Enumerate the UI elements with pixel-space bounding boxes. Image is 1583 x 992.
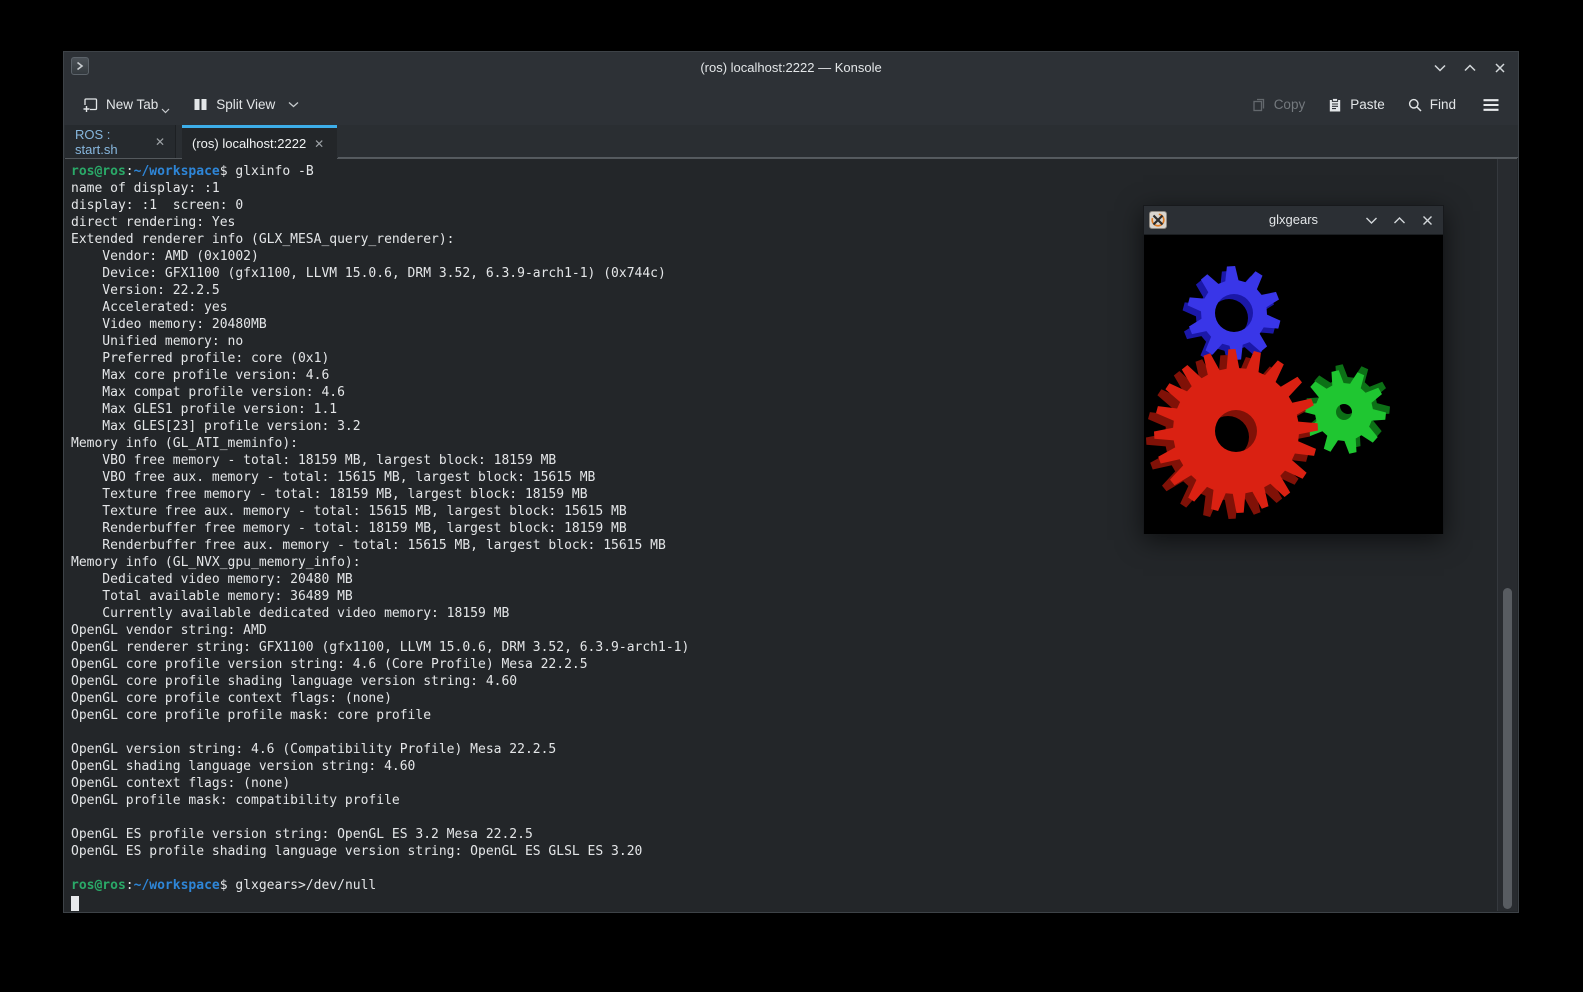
terminal-line: Currently available dedicated video memo… xyxy=(71,605,1493,622)
terminal-line xyxy=(71,724,1493,741)
terminal-line: OpenGL version string: 4.6 (Compatibilit… xyxy=(71,741,1493,758)
minimize-button[interactable] xyxy=(1363,212,1379,228)
find-label: Find xyxy=(1430,97,1456,112)
find-button[interactable]: Find xyxy=(1401,91,1462,119)
blue-gear xyxy=(1188,266,1281,360)
gears-canvas xyxy=(1144,235,1443,534)
hamburger-menu-icon xyxy=(1482,98,1500,112)
split-view-label: Split View xyxy=(216,97,275,112)
paste-icon xyxy=(1327,97,1343,113)
terminal-line: Total available memory: 36489 MB xyxy=(71,588,1493,605)
scrollbar-thumb[interactable] xyxy=(1503,588,1512,909)
terminal-line: OpenGL profile mask: compatibility profi… xyxy=(71,792,1493,809)
terminal-line: OpenGL ES profile version string: OpenGL… xyxy=(71,826,1493,843)
tab-close-icon[interactable]: ✕ xyxy=(155,136,165,148)
terminal-line: OpenGL core profile version string: 4.6 … xyxy=(71,656,1493,673)
new-tab-label: New Tab xyxy=(106,97,158,112)
new-tab-button[interactable]: New Tab xyxy=(76,90,176,120)
maximize-button[interactable] xyxy=(1462,60,1478,76)
search-icon xyxy=(1407,97,1423,113)
titlebar[interactable]: (ros) localhost:2222 — Konsole xyxy=(64,52,1518,84)
terminal-line: OpenGL renderer string: GFX1100 (gfx1100… xyxy=(71,639,1493,656)
tab-ros-localhost-2222[interactable]: (ros) localhost:2222 ✕ xyxy=(182,125,337,159)
copy-label: Copy xyxy=(1274,97,1306,112)
paste-button[interactable]: Paste xyxy=(1321,91,1391,119)
terminal-line: ros@ros:~/workspace$ glxgears>/dev/null xyxy=(71,877,1493,894)
terminal-line: Renderbuffer free aux. memory - total: 1… xyxy=(71,537,1493,554)
terminal-line xyxy=(71,860,1493,877)
terminal-line xyxy=(71,809,1493,826)
window-title: (ros) localhost:2222 — Konsole xyxy=(64,52,1518,84)
glxgears-titlebar[interactable]: glxgears xyxy=(1144,206,1443,235)
tab-bar: ROS : start.sh ✕ (ros) localhost:2222 ✕ xyxy=(64,125,1518,158)
terminal-line xyxy=(71,894,1493,911)
split-view-icon xyxy=(192,96,209,113)
terminal-line: ros@ros:~/workspace$ glxinfo -B xyxy=(71,163,1493,180)
scrollbar-track[interactable] xyxy=(1497,159,1517,911)
close-button[interactable] xyxy=(1419,212,1435,228)
maximize-button[interactable] xyxy=(1391,212,1407,228)
terminal-line: Dedicated video memory: 20480 MB xyxy=(71,571,1493,588)
terminal-line: OpenGL core profile context flags: (none… xyxy=(71,690,1493,707)
paste-label: Paste xyxy=(1350,97,1385,112)
tab-label: (ros) localhost:2222 xyxy=(192,136,306,151)
toolbar-right-group: Copy Paste Find xyxy=(1245,91,1506,119)
terminal-line: Memory info (GL_NVX_gpu_memory_info): xyxy=(71,554,1493,571)
terminal-line: name of display: :1 xyxy=(71,180,1493,197)
split-view-button[interactable]: Split View xyxy=(186,90,305,119)
tab-close-icon[interactable]: ✕ xyxy=(314,138,324,150)
terminal-cursor xyxy=(71,896,79,911)
copy-button[interactable]: Copy xyxy=(1245,91,1312,119)
glxgears-window: glxgears xyxy=(1143,205,1444,534)
glxgears-window-controls xyxy=(1363,206,1435,234)
chevron-down-icon xyxy=(288,101,299,108)
toolbar-left-group: New Tab Split View xyxy=(76,90,305,120)
tab-label: ROS : start.sh xyxy=(75,127,147,157)
tab-ros-start-sh[interactable]: ROS : start.sh ✕ xyxy=(65,125,176,158)
copy-icon xyxy=(1251,97,1267,113)
terminal-line: OpenGL core profile profile mask: core p… xyxy=(71,707,1493,724)
desktop: (ros) localhost:2222 — Konsole xyxy=(0,0,1583,992)
terminal-line: OpenGL core profile shading language ver… xyxy=(71,673,1493,690)
terminal-line: OpenGL vendor string: AMD xyxy=(71,622,1493,639)
window-controls xyxy=(1432,52,1508,84)
new-tab-icon xyxy=(82,96,99,113)
close-button[interactable] xyxy=(1492,60,1508,76)
terminal-line: OpenGL ES profile shading language versi… xyxy=(71,843,1493,860)
terminal-line: OpenGL shading language version string: … xyxy=(71,758,1493,775)
terminal-line: OpenGL context flags: (none) xyxy=(71,775,1493,792)
main-toolbar: New Tab Split View xyxy=(64,84,1518,125)
minimize-button[interactable] xyxy=(1432,60,1448,76)
chevron-down-icon xyxy=(161,108,170,114)
menu-button[interactable] xyxy=(1476,92,1506,118)
